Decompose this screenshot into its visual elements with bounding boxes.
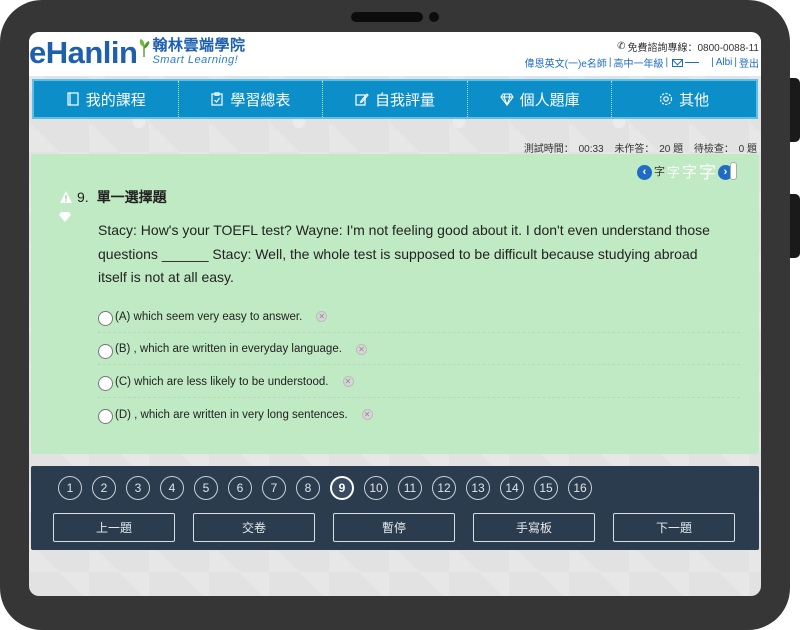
font-size-option[interactable]: 字: [682, 165, 697, 180]
option-b[interactable]: (B) , which are written in everyday lang…: [98, 333, 740, 365]
diamond-icon: [499, 93, 514, 106]
logo-cn-block: 翰林雲端學院 Smart Learning!: [152, 37, 246, 67]
radio-button[interactable]: [98, 409, 113, 425]
question-number-button[interactable]: 2: [92, 476, 116, 500]
nav-item-question-bank[interactable]: 個人題庫: [468, 81, 613, 117]
pause-button[interactable]: 暫停: [333, 513, 455, 542]
site-header: eHanlin 翰林雲端學院 Smart Learning! ✆ 免費諮詢專線：…: [29, 32, 761, 76]
question-number-button[interactable]: 13: [466, 476, 490, 500]
nav-label: 學習總表: [230, 91, 291, 109]
warning-icon[interactable]: [59, 190, 73, 204]
question-line: itself is not at all easy.: [98, 269, 234, 285]
logo-wordmark: eHanlin: [29, 35, 138, 70]
font-size-option[interactable]: 字: [667, 166, 680, 179]
question-number-button[interactable]: 11: [398, 476, 422, 500]
eliminate-icon[interactable]: ✕: [316, 311, 328, 323]
font-size-control: ‹ 字 字 字 字 ›: [636, 164, 733, 181]
radio-button[interactable]: [98, 376, 113, 392]
question-header: 9. 單一選擇題: [59, 187, 167, 207]
nav-item-my-courses[interactable]: 我的課程: [34, 81, 179, 117]
option-text: (B) , which are written in everyday lang…: [115, 343, 342, 356]
option-c[interactable]: (C) which are less likely to be understo…: [98, 365, 740, 398]
question-number-button[interactable]: 7: [262, 476, 286, 500]
previous-question-button[interactable]: 上一題: [53, 513, 175, 542]
nav-label: 其他: [679, 91, 710, 109]
nav-item-learning-summary[interactable]: 學習總表: [179, 81, 324, 117]
option-a[interactable]: (A) which seem very easy to answer. ✕: [98, 300, 740, 333]
username-link[interactable]: Albi: [716, 57, 733, 68]
nav-label: 我的課程: [85, 91, 146, 109]
screen: eHanlin 翰林雲端學院 Smart Learning! ✆ 免費諮詢專線：…: [29, 32, 761, 596]
logo-tagline: Smart Learning!: [152, 54, 239, 66]
bookmark-diamond-icon[interactable]: [59, 212, 71, 222]
option-d[interactable]: (D) , which are written in very long sen…: [98, 398, 740, 431]
font-size-option[interactable]: 字: [699, 164, 716, 181]
nav-label: 自我評量: [374, 91, 435, 109]
action-buttons: 上一題 交卷 暫停 手寫板 下一題: [53, 513, 735, 542]
question-panel: ‹ 字 字 字 字 › 9. 單一選擇題 Stacy: How's your T…: [31, 154, 759, 454]
question-number-button[interactable]: 8: [296, 476, 320, 500]
test-stats: 測試時間： 00:33 未作答： 20 題 待檢查： 0 題: [522, 140, 757, 155]
eliminate-icon[interactable]: ✕: [361, 409, 373, 421]
mail-icon[interactable]: [672, 58, 684, 67]
font-size-option[interactable]: 字: [654, 167, 665, 178]
clipboard-icon: [211, 92, 223, 106]
question-number-button[interactable]: 5: [194, 476, 218, 500]
gear-icon: [660, 92, 673, 106]
nav-item-other[interactable]: 其他: [612, 81, 756, 117]
question-number-button[interactable]: 1: [58, 476, 82, 500]
book-icon: [67, 92, 79, 106]
question-number-button[interactable]: 3: [126, 476, 150, 500]
question-number-list: 1 2 3 4 5 6 7 8 9 10 11 12 13 14 15 16: [58, 476, 592, 500]
nav-label: 個人題庫: [519, 91, 580, 109]
logout-link[interactable]: 登出: [739, 55, 759, 70]
option-text: (C) which are less likely to be understo…: [115, 375, 329, 388]
handwriting-pad-button[interactable]: 手寫板: [473, 513, 595, 542]
question-number-button[interactable]: 6: [228, 476, 252, 500]
edit-icon: [355, 93, 369, 106]
question-number-button[interactable]: 9: [330, 476, 354, 500]
speaker-slot: [351, 12, 423, 22]
volume-up-button: [790, 78, 800, 142]
radio-button[interactable]: [98, 311, 113, 327]
leaf-icon: [140, 39, 150, 57]
question-number-button[interactable]: 15: [534, 476, 558, 500]
option-text: (D) , which are written in very long sen…: [115, 408, 348, 421]
user-links: 偉恩英文(一)e名師 | 高中一年級 | | Albi | 登出: [524, 55, 759, 70]
next-question-button[interactable]: 下一題: [613, 513, 735, 542]
question-number-button[interactable]: 16: [568, 476, 592, 500]
phone-icon: ✆: [617, 41, 626, 52]
question-number-button[interactable]: 14: [500, 476, 524, 500]
eliminate-icon[interactable]: ✕: [355, 343, 367, 355]
grade-link[interactable]: 高中一年級: [613, 55, 663, 70]
hotline-text: 免費諮詢專線：0800-0088-11: [627, 43, 759, 54]
font-size-handle[interactable]: [730, 162, 737, 180]
volume-down-button: [790, 194, 800, 258]
hotline: ✆ 免費諮詢專線：0800-0088-11: [617, 39, 759, 54]
option-text: (A) which seem very easy to answer.: [115, 310, 303, 323]
question-number-button[interactable]: 12: [432, 476, 456, 500]
nav-item-self-assessment[interactable]: 自我評量: [323, 81, 468, 117]
eliminate-icon[interactable]: ✕: [342, 376, 354, 388]
question-line: questions ______ Stacy: Well, the whole …: [98, 245, 698, 262]
answer-options: (A) which seem very easy to answer. ✕ (B…: [98, 300, 740, 430]
radio-button[interactable]: [98, 343, 113, 359]
camera-dot: [429, 12, 439, 22]
site-logo[interactable]: eHanlin 翰林雲端學院 Smart Learning!: [29, 34, 245, 72]
logo-cn-title: 翰林雲端學院: [152, 37, 246, 54]
main-nav: 我的課程 學習總表 自我評量 個人題庫 其他: [32, 79, 758, 119]
font-smaller-arrow-icon[interactable]: ‹: [636, 165, 652, 180]
question-number-button[interactable]: 10: [364, 476, 388, 500]
question-number: 9.: [77, 189, 89, 205]
course-link[interactable]: 偉恩英文(一)e名師: [525, 55, 607, 70]
question-line: Stacy: How's your TOEFL test? Wayne: I'm…: [98, 222, 710, 238]
question-number-button[interactable]: 4: [160, 476, 184, 500]
question-navigator: 1 2 3 4 5 6 7 8 9 10 11 12 13 14 15 16 上一題 交卷 暫停 手寫板 下一…: [31, 466, 759, 550]
question-type: 單一選擇題: [96, 189, 167, 205]
submit-button[interactable]: 交卷: [193, 513, 315, 542]
question-stem: Stacy: How's your TOEFL test? Wayne: I'm…: [98, 219, 738, 290]
